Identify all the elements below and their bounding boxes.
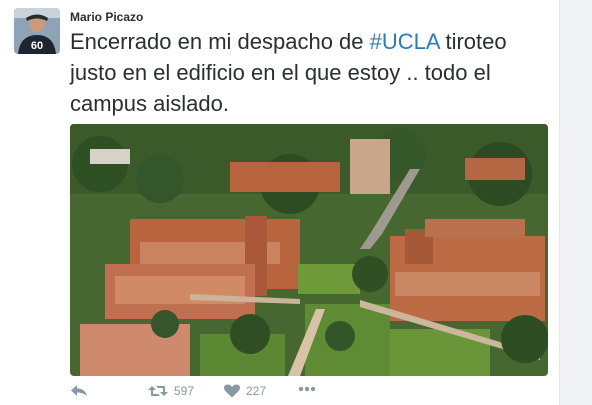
username[interactable]: Mario Picazo [70, 10, 143, 24]
retweet-icon [148, 386, 168, 396]
tweet-card: 60 Mario Picazo Encerrado en mi despacho… [0, 0, 560, 405]
svg-text:60: 60 [31, 40, 43, 52]
scrollbar[interactable] [559, 0, 592, 405]
tweet-text-part: Encerrado en mi despacho de [70, 29, 370, 54]
retweet-action[interactable]: 597 [148, 384, 194, 398]
like-count: 227 [246, 384, 267, 398]
heart-icon [224, 384, 240, 398]
more-action[interactable] [298, 386, 316, 392]
avatar[interactable]: 60 [14, 8, 60, 54]
avatar-image: 60 [14, 8, 60, 54]
more-icon [298, 386, 316, 392]
campus-aerial-photo [70, 124, 548, 376]
reply-action[interactable] [70, 384, 88, 398]
hashtag-link[interactable]: #UCLA [370, 29, 440, 54]
tweet-photo[interactable] [70, 124, 548, 376]
retweet-count: 597 [174, 384, 195, 398]
like-action[interactable]: 227 [224, 384, 266, 398]
reply-icon [71, 385, 87, 396]
tweet-text: Encerrado en mi despacho de #UCLA tirote… [70, 26, 555, 119]
